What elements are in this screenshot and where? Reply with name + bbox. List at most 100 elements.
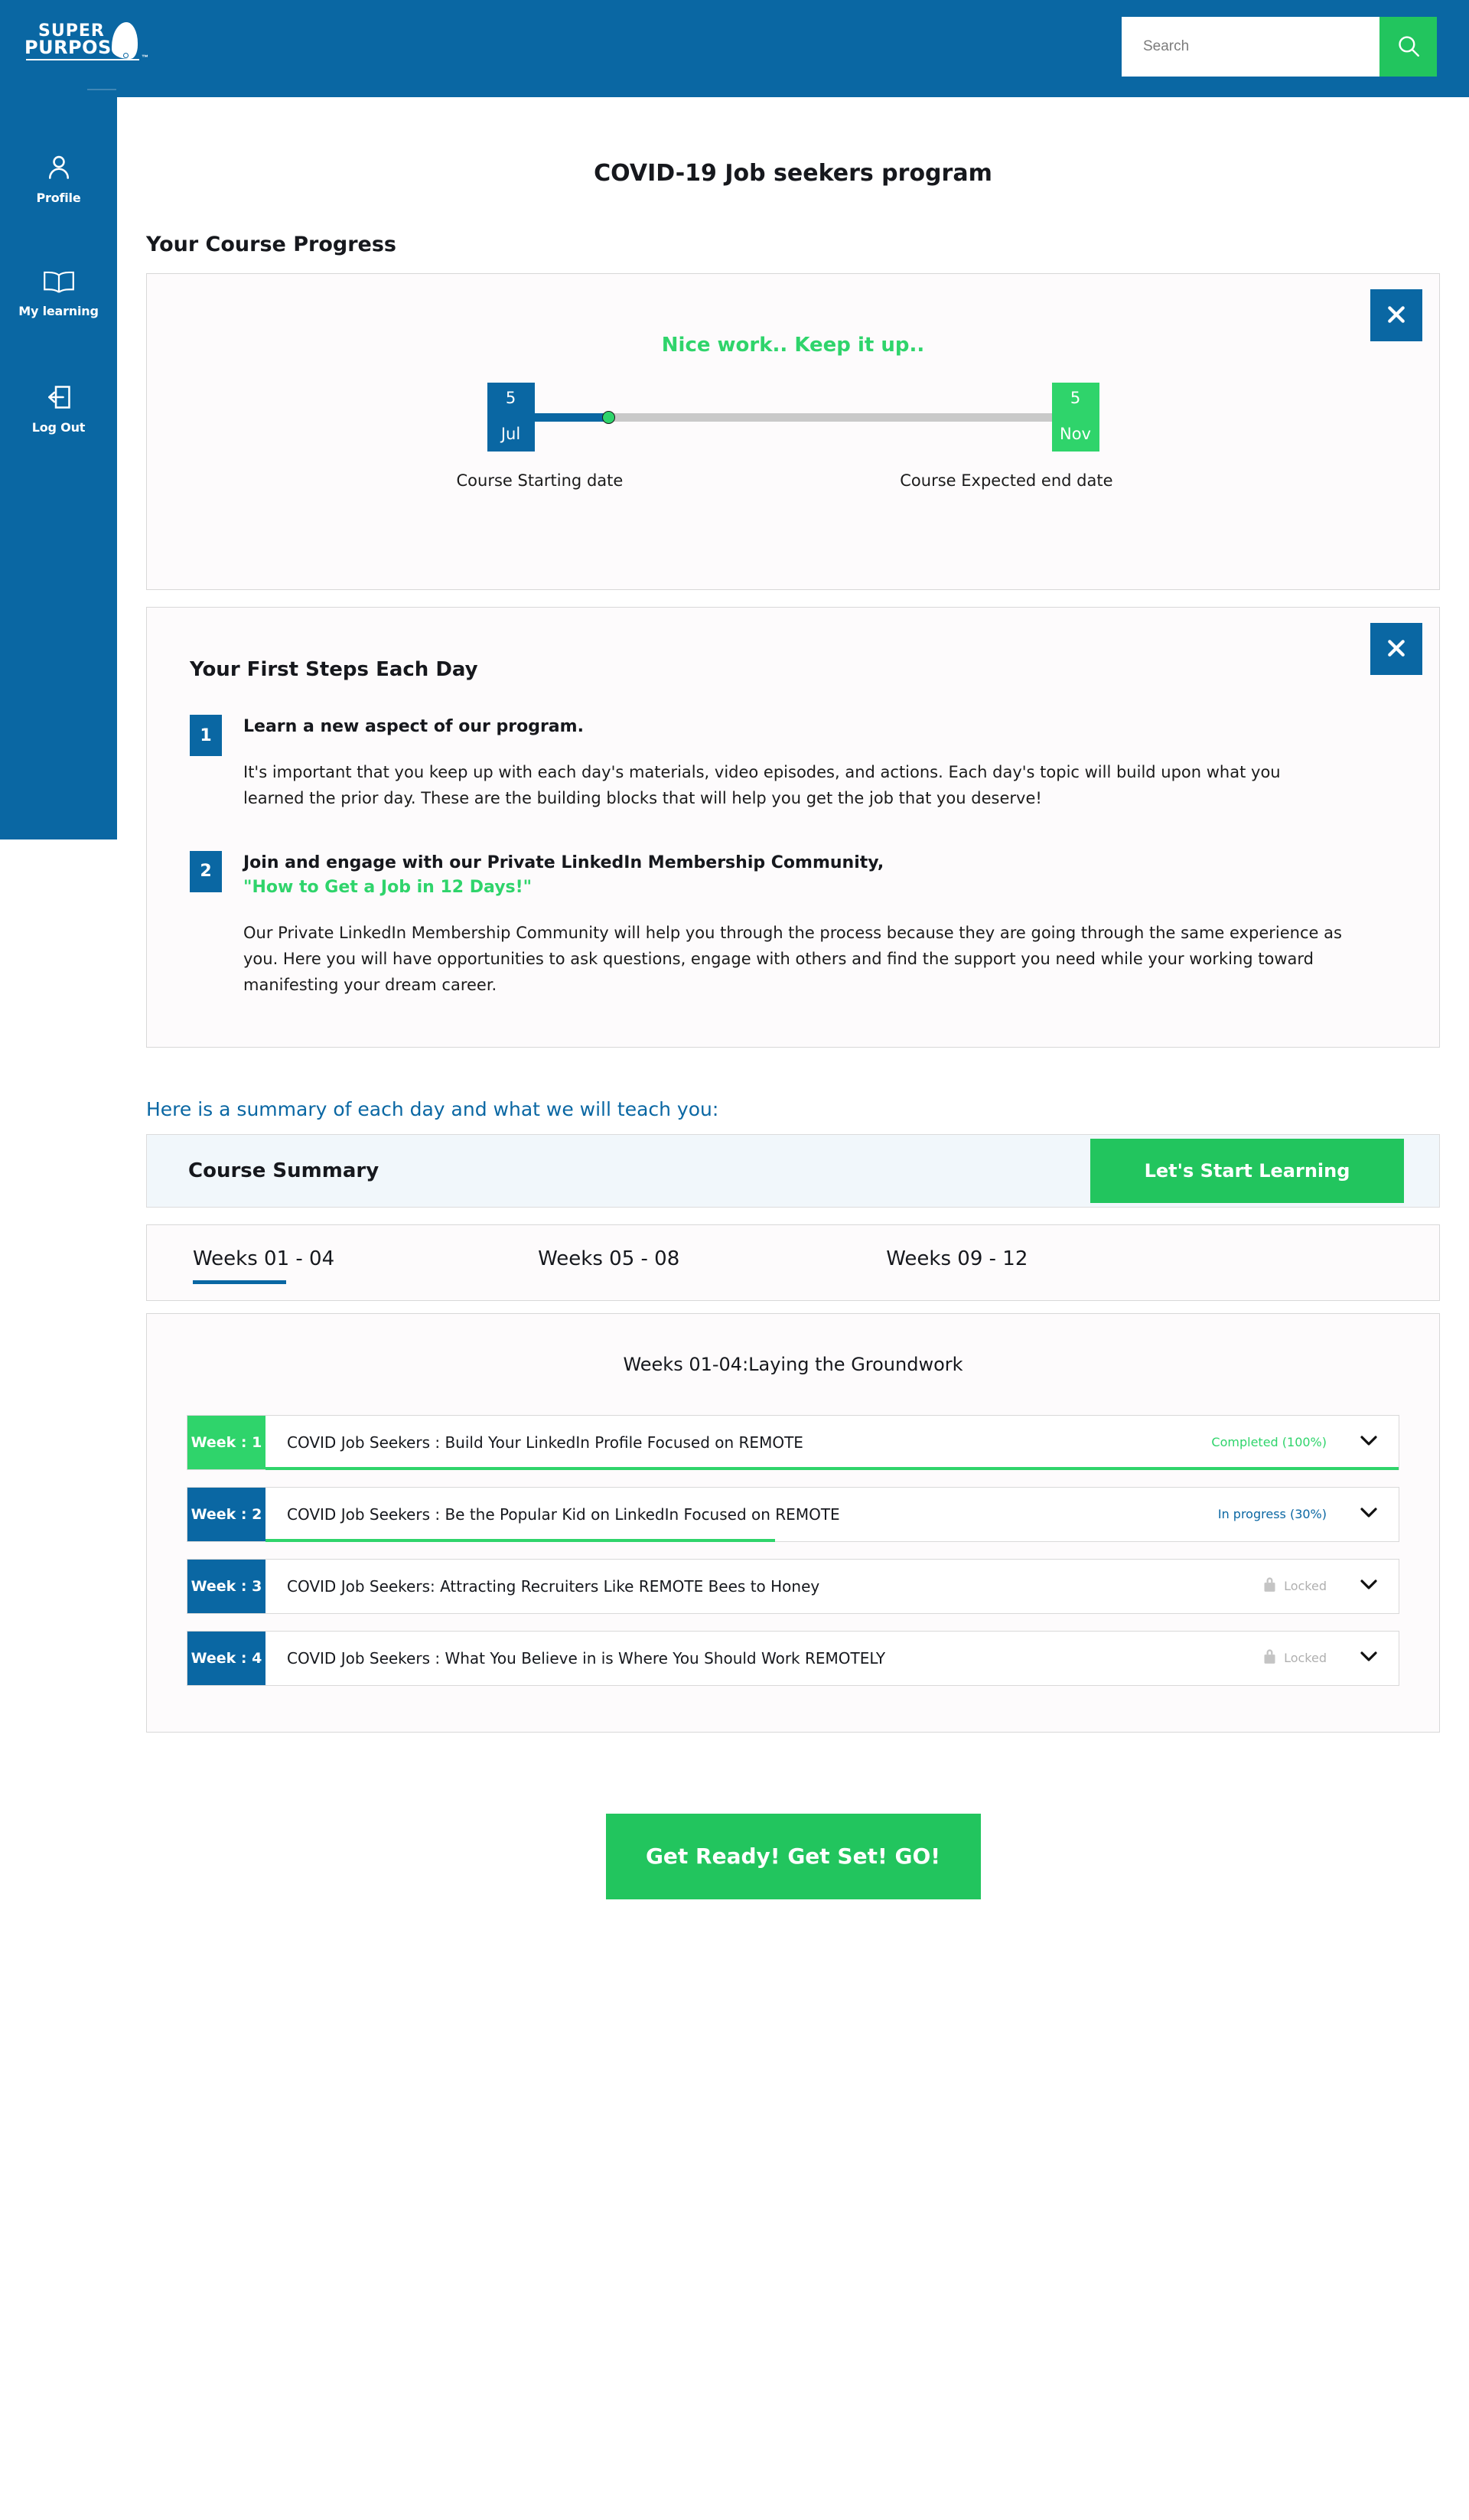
chevron-down-icon	[1360, 1650, 1378, 1666]
chevron-down-icon	[1360, 1578, 1378, 1594]
logo-wordmark: Super Purposes ™	[21, 21, 148, 66]
top-header: Super Purposes ™	[0, 0, 1469, 97]
week-row[interactable]: Week : 3 COVID Job Seekers: Attracting R…	[187, 1558, 1399, 1614]
close-first-steps-card-button[interactable]	[1370, 623, 1422, 675]
week-title: COVID Job Seekers : Be the Popular Kid o…	[287, 1505, 840, 1524]
week-title: COVID Job Seekers : What You Believe in …	[287, 1648, 886, 1668]
start-date-day: 5	[505, 389, 516, 407]
summary-intro-heading: Here is a summary of each day and what w…	[146, 1097, 719, 1120]
step-body: Join and engage with our Private LinkedI…	[243, 851, 1393, 998]
week-main: COVID Job Seekers : Build Your LinkedIn …	[265, 1416, 1399, 1470]
step-number-badge: 2	[190, 850, 222, 892]
sidebar-item-profile[interactable]: Profile	[0, 153, 117, 205]
brand-logo[interactable]: Super Purposes ™	[21, 21, 148, 90]
search-input[interactable]	[1122, 17, 1379, 77]
step-description: It's important that you keep up with eac…	[243, 762, 1281, 807]
week-status-label: Locked	[1284, 1651, 1327, 1666]
search-bar	[1122, 17, 1437, 77]
week-main: COVID Job Seekers : What You Believe in …	[265, 1632, 1399, 1685]
logo-trademark: ™	[142, 54, 148, 61]
sidebar-nav: Profile My learning Log Out	[0, 153, 117, 435]
start-learning-button[interactable]: Let's Start Learning	[1090, 1138, 1404, 1203]
user-icon	[44, 153, 73, 186]
week-expand-toggle[interactable]	[1359, 1578, 1379, 1594]
step-number-badge: 1	[190, 715, 222, 756]
first-steps-title: Your First Steps Each Day	[190, 658, 478, 681]
cta-section: Get Ready! Get Set! GO!	[117, 1813, 1469, 1984]
week-progress-bar	[265, 1466, 1399, 1470]
week-status-label: Completed (100%)	[1211, 1435, 1327, 1450]
end-date-badge: 5 Nov	[1051, 383, 1099, 452]
week-expand-toggle[interactable]	[1359, 1650, 1379, 1666]
timeline-current-marker	[601, 411, 615, 424]
search-icon	[1396, 33, 1422, 61]
close-icon	[1384, 636, 1409, 663]
week-main: COVID Job Seekers: Attracting Recruiters…	[265, 1560, 1399, 1613]
close-progress-card-button[interactable]	[1370, 289, 1422, 341]
lock-icon	[1263, 1576, 1276, 1596]
course-summary-bar: Course Summary Let's Start Learning	[146, 1133, 1440, 1208]
start-date-badge: 5 Jul	[487, 383, 535, 452]
week-title: COVID Job Seekers : Build Your LinkedIn …	[287, 1433, 803, 1452]
week-tag: Week : 4	[187, 1631, 265, 1685]
app-root: Super Purposes ™	[0, 0, 1469, 2520]
week-row[interactable]: Week : 1 COVID Job Seekers : Build Your …	[187, 1414, 1399, 1470]
tab-weeks-01-04[interactable]: Weeks 01 - 04	[193, 1247, 334, 1284]
week-tag: Week : 3	[187, 1559, 265, 1613]
course-timeline: 5 Jul 5 Nov	[457, 383, 1130, 452]
week-status-label: Locked	[1284, 1579, 1327, 1594]
week-status-badge: Locked	[1263, 1576, 1327, 1596]
first-steps-card: Your First Steps Each Day 1 Learn a new …	[146, 607, 1440, 1048]
sidebar-item-my-learning-label: My learning	[18, 304, 99, 318]
week-expand-toggle[interactable]	[1359, 1434, 1379, 1450]
week-expand-toggle[interactable]	[1359, 1506, 1379, 1522]
tab-weeks-09-12[interactable]: Weeks 09 - 12	[886, 1247, 1028, 1278]
week-status-badge: Completed (100%)	[1211, 1435, 1327, 1449]
logo-dot-icon	[123, 53, 129, 58]
get-ready-button[interactable]: Get Ready! Get Set! GO!	[605, 1813, 981, 1899]
step-heading: Join and engage with our Private LinkedI…	[243, 851, 1393, 900]
start-date-label: Course Starting date	[456, 471, 624, 490]
lock-icon	[1263, 1648, 1276, 1668]
close-icon	[1384, 302, 1409, 329]
week-status-badge: Locked	[1263, 1648, 1327, 1668]
week-row[interactable]: Week : 2 COVID Job Seekers : Be the Popu…	[187, 1486, 1399, 1542]
encouragement-message: Nice work.. Keep it up..	[661, 334, 925, 357]
week-main: COVID Job Seekers : Be the Popular Kid o…	[265, 1488, 1399, 1542]
step-item: 1 Learn a new aspect of our program. It'…	[190, 715, 1393, 811]
chevron-down-icon	[1360, 1434, 1378, 1450]
timeline-track-completed	[534, 413, 608, 422]
timeline-labels: Course Starting date Course Expected end…	[457, 471, 1130, 497]
logout-icon	[44, 383, 73, 416]
step-heading-quote: "How to Get a Job in 12 Days!"	[243, 877, 533, 897]
weeks-panel: Weeks 01-04:Laying the Groundwork Week :…	[146, 1312, 1440, 1733]
end-date-day: 5	[1070, 389, 1081, 407]
sidebar-item-my-learning[interactable]: My learning	[0, 269, 117, 318]
week-progress-bar	[265, 1538, 776, 1542]
tab-weeks-05-08[interactable]: Weeks 05 - 08	[538, 1247, 679, 1278]
end-date-month: Nov	[1060, 425, 1091, 443]
weeks-tab-bar: Weeks 01 - 04 Weeks 05 - 08 Weeks 09 - 1…	[146, 1224, 1440, 1301]
week-row[interactable]: Week : 4 COVID Job Seekers : What You Be…	[187, 1630, 1399, 1686]
week-status-badge: In progress (30%)	[1218, 1507, 1327, 1521]
step-item: 2 Join and engage with our Private Linke…	[190, 850, 1393, 998]
search-button[interactable]	[1379, 17, 1437, 77]
sidebar-item-log-out[interactable]: Log Out	[0, 383, 117, 435]
logo-rule	[26, 59, 139, 60]
chevron-down-icon	[1360, 1506, 1378, 1522]
start-date-month: Jul	[500, 425, 521, 443]
page-title: COVID-19 Job seekers program	[594, 160, 992, 187]
course-progress-heading: Your Course Progress	[146, 233, 396, 256]
step-description: Our Private LinkedIn Membership Communit…	[243, 923, 1342, 994]
step-heading: Learn a new aspect of our program.	[243, 717, 584, 736]
week-tag: Week : 2	[187, 1487, 265, 1541]
sidebar-item-log-out-label: Log Out	[31, 420, 86, 435]
sidebar: Profile My learning Log Out	[0, 0, 117, 839]
week-status-label: In progress (30%)	[1217, 1507, 1327, 1522]
logo-underline	[87, 89, 116, 90]
main-content: COVID-19 Job seekers program Your Course…	[117, 97, 1469, 2520]
course-progress-card: Nice work.. Keep it up.. 5 Jul 5 Nov Cou…	[146, 273, 1440, 590]
step-body: Learn a new aspect of our program. It's …	[243, 715, 1393, 811]
week-title: COVID Job Seekers: Attracting Recruiters…	[287, 1576, 820, 1596]
week-tag: Week : 1	[187, 1415, 265, 1469]
